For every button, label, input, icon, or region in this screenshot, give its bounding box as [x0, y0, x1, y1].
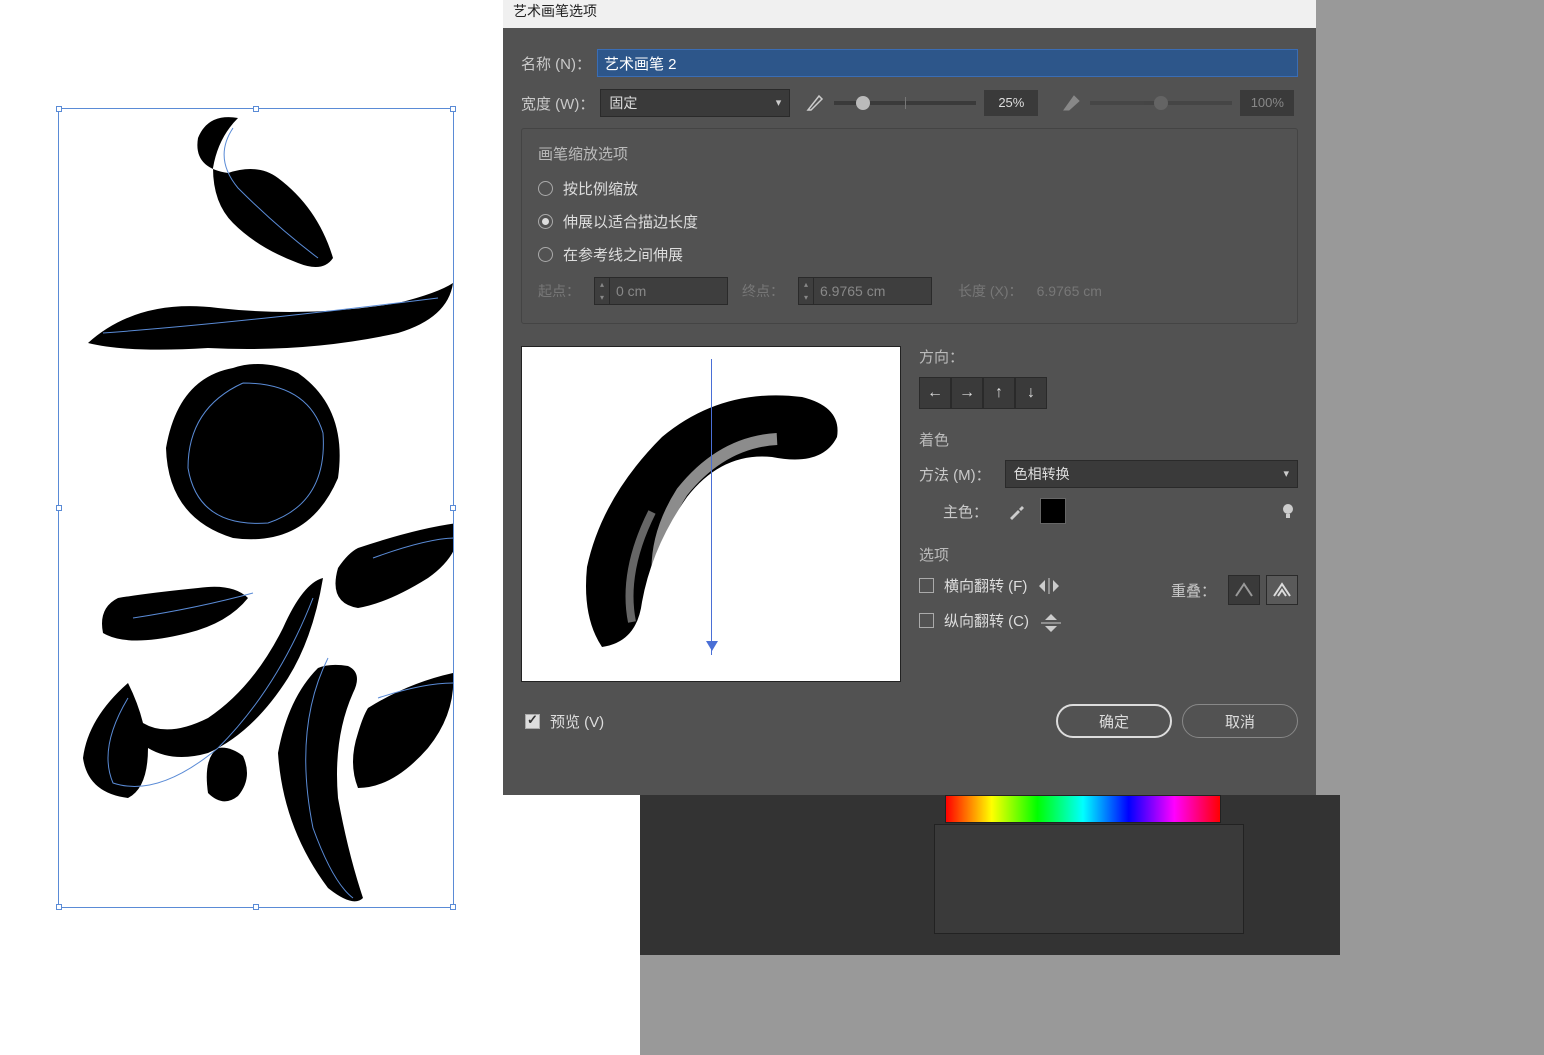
- overlap-merge-button[interactable]: [1266, 575, 1298, 605]
- flip-h-icon: [1037, 578, 1061, 594]
- width-min-slider[interactable]: [834, 101, 976, 105]
- tint-method-dropdown[interactable]: 色相转换: [1005, 460, 1298, 488]
- direction-up-button[interactable]: ↑: [983, 377, 1015, 409]
- width-max-value: 100%: [1240, 90, 1294, 116]
- options-title: 选项: [919, 544, 1298, 565]
- scale-proportional-radio[interactable]: 按比例缩放: [538, 178, 1281, 199]
- name-input[interactable]: [597, 49, 1298, 77]
- keycolor-swatch[interactable]: [1040, 498, 1066, 524]
- brush-scale-panel: 画笔缩放选项 按比例缩放 伸展以适合描边长度 在参考线之间伸展 起点： ▴▾ 0…: [521, 128, 1298, 324]
- pressure-min-icon: [804, 92, 826, 114]
- width-label: 宽度 (W)：: [521, 93, 594, 114]
- art-brush-options-dialog: 艺术画笔选项 名称 (N)： 宽度 (W)： 固定 25%: [503, 0, 1316, 795]
- tint-method-label: 方法 (M)：: [919, 464, 991, 485]
- length-value: 6.9765 cm: [1037, 283, 1102, 299]
- direction-right-button[interactable]: →: [951, 377, 983, 409]
- pressure-max-icon: [1060, 92, 1082, 114]
- direction-label: 方向：: [919, 346, 1298, 367]
- width-mode-dropdown[interactable]: 固定: [600, 89, 790, 117]
- direction-arrow-icon: [711, 359, 712, 655]
- eyedropper-icon[interactable]: [1006, 500, 1028, 522]
- dialog-title: 艺术画笔选项: [503, 0, 1316, 28]
- preview-checkbox[interactable]: 预览 (V): [525, 711, 604, 732]
- scale-stretch-radio[interactable]: 伸展以适合描边长度: [538, 211, 1281, 232]
- brush-preview: [521, 346, 901, 682]
- overlap-label: 重叠：: [1171, 580, 1216, 601]
- flip-v-icon: [1039, 613, 1063, 629]
- flip-vertical-checkbox[interactable]: 纵向翻转 (C): [919, 610, 1171, 631]
- scale-guides-radio[interactable]: 在参考线之间伸展: [538, 244, 1281, 265]
- flip-horizontal-checkbox[interactable]: 横向翻转 (F): [919, 575, 1171, 596]
- panel-strip: [934, 824, 1244, 934]
- end-label: 终点：: [742, 281, 784, 301]
- start-spinner: ▴▾ 0 cm: [594, 277, 728, 305]
- color-spectrum[interactable]: [945, 795, 1221, 823]
- start-label: 起点：: [538, 281, 580, 301]
- width-min-value[interactable]: 25%: [984, 90, 1038, 116]
- name-label: 名称 (N)：: [521, 53, 591, 74]
- tint-title: 着色: [919, 429, 1298, 450]
- keycolor-label: 主色：: [943, 501, 988, 522]
- artwork-calligraphy: [58, 108, 454, 908]
- tips-icon[interactable]: [1278, 501, 1298, 521]
- direction-down-button[interactable]: ↓: [1015, 377, 1047, 409]
- overlap-none-button[interactable]: [1228, 575, 1260, 605]
- ok-button[interactable]: 确定: [1056, 704, 1172, 738]
- length-label: 长度 (X)：: [958, 281, 1023, 301]
- cancel-button[interactable]: 取消: [1182, 704, 1298, 738]
- direction-left-button[interactable]: ←: [919, 377, 951, 409]
- scale-panel-title: 画笔缩放选项: [538, 143, 1281, 164]
- end-spinner: ▴▾ 6.9765 cm: [798, 277, 932, 305]
- width-max-slider: [1090, 101, 1232, 105]
